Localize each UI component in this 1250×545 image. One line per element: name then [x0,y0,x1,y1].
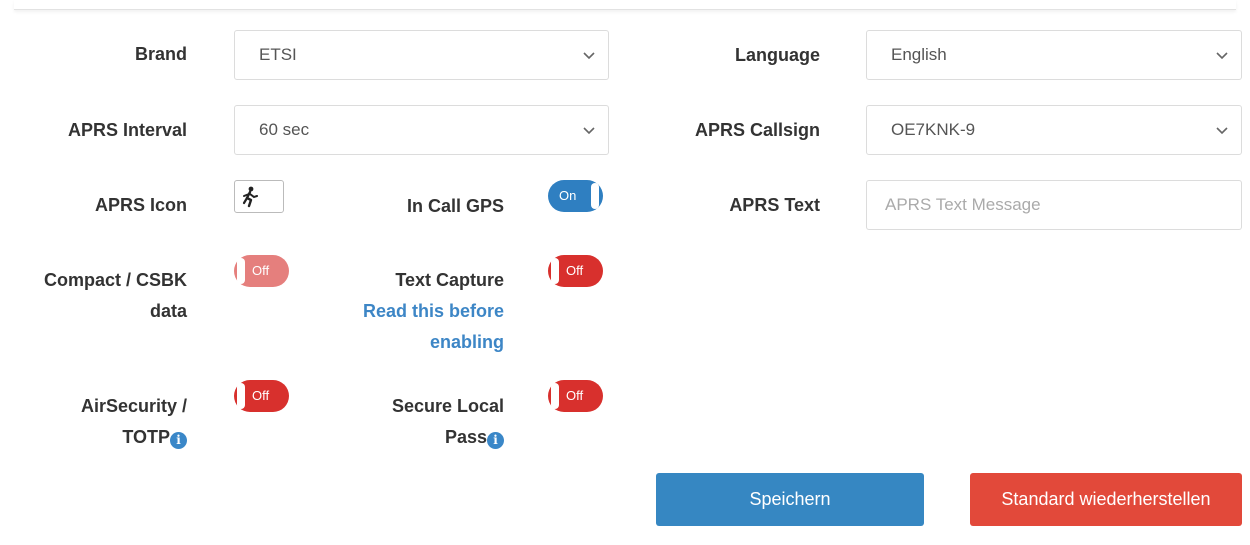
aprs-icon-label: APRS Icon [94,195,187,215]
air-security-label-line1: AirSecurity / [80,396,187,416]
compact-csbk-label-line1: Compact / CSBK [43,270,187,290]
aprs-interval-label: APRS Interval [67,120,187,140]
toggle-state-text: Off [566,388,584,403]
aprs-icon-picker[interactable] [234,180,284,213]
read-before-enabling-link[interactable]: Read this before enabling [320,296,504,358]
info-icon[interactable]: i [170,432,187,449]
language-select[interactable]: English [866,30,1242,80]
aprs-callsign-select[interactable]: OE7KNK-9 [866,105,1242,155]
text-capture-toggle[interactable]: Off [548,255,603,287]
chevron-down-icon [583,52,595,60]
chevron-down-icon [1216,127,1228,135]
air-security-toggle[interactable]: Off [234,380,289,412]
compact-csbk-label-line2: data [149,301,187,321]
aprs-text-label: APRS Text [729,195,820,215]
language-select-value: English [891,45,947,64]
toggle-knob [237,383,245,409]
compact-csbk-toggle[interactable]: Off [234,255,289,287]
toggle-state-text: Off [252,388,270,403]
toggle-knob [591,183,599,209]
aprs-text-placeholder: APRS Text Message [885,195,1041,214]
aprs-callsign-value: OE7KNK-9 [891,120,976,139]
toggle-knob [237,258,245,284]
secure-local-pass-label-line1: Secure Local [391,396,504,416]
air-security-label: AirSecurity / TOTP i [30,391,187,453]
secure-local-pass-label: Secure Local Pass i [340,391,504,453]
toggle-state-text: On [559,188,577,203]
read-before-enabling-link-line2: enabling [429,332,504,352]
read-before-enabling-link-line1: Read this before [362,301,504,321]
info-icon[interactable]: i [487,432,504,449]
air-security-label-line2: TOTP [122,427,170,447]
restore-defaults-button[interactable]: Standard wiederherstellen [970,473,1242,526]
toggle-state-text: Off [566,263,584,278]
toggle-state-text: Off [252,263,270,278]
chevron-down-icon [1216,52,1228,60]
aprs-callsign-label: APRS Callsign [694,120,820,140]
toggle-knob [551,258,559,284]
language-label: Language [734,45,820,65]
running-person-icon [242,186,258,208]
save-button[interactable]: Speichern [656,473,924,526]
secure-local-pass-toggle[interactable]: Off [548,380,603,412]
in-call-gps-label: In Call GPS [406,196,504,216]
aprs-interval-value: 60 sec [259,120,310,139]
aprs-interval-select[interactable]: 60 sec [234,105,609,155]
toggle-knob [551,383,559,409]
compact-csbk-label: Compact / CSBK data [10,265,187,327]
brand-label: Brand [134,44,187,64]
aprs-text-input[interactable]: APRS Text Message [866,180,1242,230]
text-capture-label: Text Capture [395,270,504,290]
in-call-gps-toggle[interactable]: On [548,180,603,212]
top-divider [14,0,1236,10]
brand-select-value: ETSI [259,45,297,64]
secure-local-pass-label-line2: Pass [444,427,487,447]
brand-select[interactable]: ETSI [234,30,609,80]
chevron-down-icon [583,127,595,135]
